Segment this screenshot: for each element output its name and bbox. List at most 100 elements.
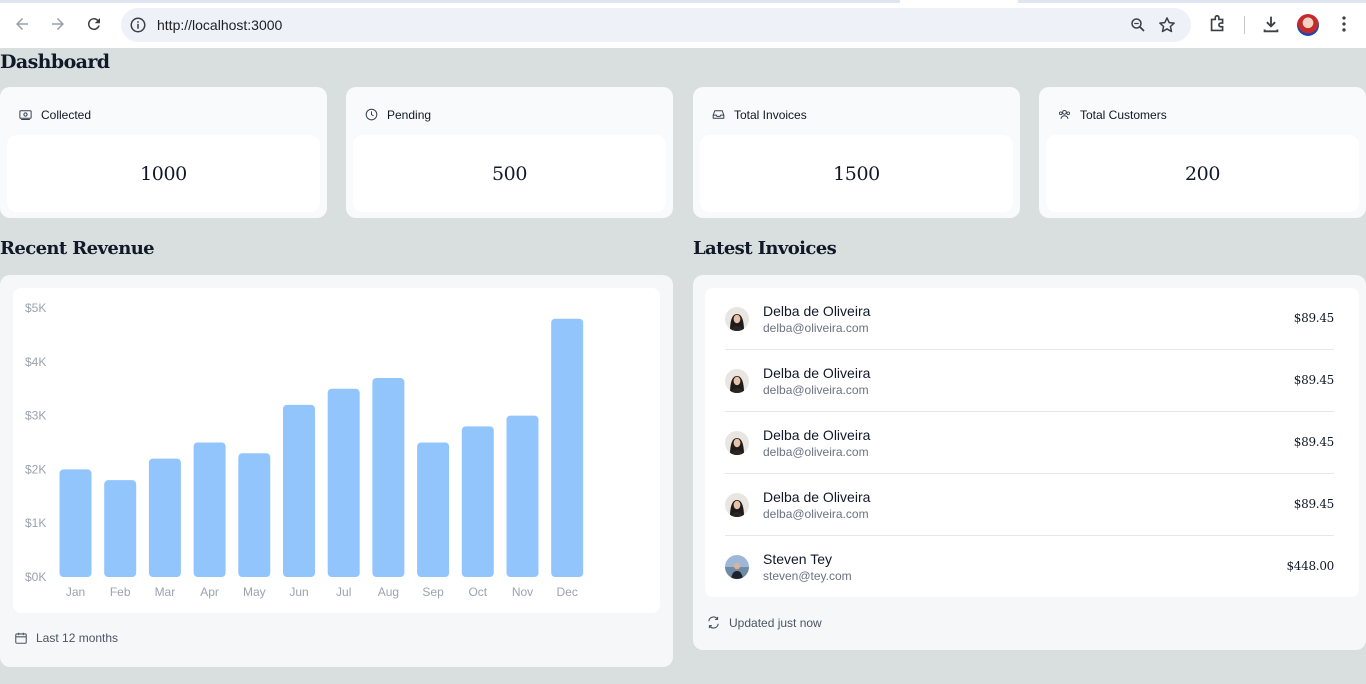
- customer-email: delba@oliveira.com: [763, 383, 869, 397]
- tab-strip: [0, 0, 1366, 3]
- revenue-bar: [506, 415, 539, 577]
- y-tick-label: $4K: [25, 355, 46, 369]
- card-total-customers: Total Customers 200: [1039, 87, 1366, 218]
- invoice-list: Delba de Oliveira delba@oliveira.com $89…: [705, 288, 1359, 597]
- y-tick-label: $0K: [25, 570, 46, 584]
- x-tick-label: May: [243, 585, 266, 599]
- x-tick-label: Jun: [289, 585, 308, 599]
- revenue-footer-label: Last 12 months: [36, 631, 119, 645]
- revenue-chart: $0K $1K $2K $3K $4K $5K Jan Feb Mar Apr May Jun Jul A…: [25, 301, 584, 599]
- invoice-amount: $89.45: [1293, 311, 1335, 325]
- x-tick-label: Nov: [512, 585, 533, 599]
- reload-button[interactable]: [82, 12, 106, 36]
- customer-email: delba@oliveira.com: [763, 321, 869, 335]
- x-tick-label: Mar: [155, 585, 176, 599]
- invoice-amount: $89.45: [1293, 497, 1335, 511]
- revenue-bar: [417, 442, 450, 577]
- y-tick-label: $3K: [25, 409, 46, 423]
- banknotes-icon: [19, 110, 32, 120]
- arrow-right-icon: [52, 18, 64, 30]
- revenue-bar: [461, 426, 494, 577]
- invoices-footer: Updated just now: [706, 615, 822, 630]
- invoices-panel: Delba de Oliveira delba@oliveira.com $89…: [693, 275, 1366, 650]
- x-tick-label: Aug: [378, 585, 399, 599]
- x-tick-label: Sep: [422, 585, 444, 599]
- card-value: 500: [353, 135, 666, 212]
- revenue-bar: [59, 469, 92, 577]
- customer-email: delba@oliveira.com: [763, 507, 869, 521]
- card-label: Collected: [41, 107, 92, 122]
- card-collected: Collected 1000: [0, 87, 327, 218]
- revenue-title: Recent Revenue: [0, 238, 155, 259]
- revenue-bar: [104, 480, 137, 577]
- toolbar-divider: [1244, 16, 1245, 34]
- customer-name: Delba de Oliveira: [763, 427, 871, 443]
- customer-name: Delba de Oliveira: [763, 365, 871, 381]
- invoice-row[interactable]: Delba de Oliveira delba@oliveira.com $89…: [725, 350, 1334, 412]
- x-tick-label: Oct: [468, 585, 487, 599]
- x-tick-label: Jan: [66, 585, 85, 599]
- x-tick-label: Feb: [110, 585, 131, 599]
- refresh-icon: [708, 616, 719, 629]
- revenue-panel: $0K $1K $2K $3K $4K $5K Jan Feb Mar Apr May Jun Jul A…: [0, 275, 673, 667]
- customer-name: Delba de Oliveira: [763, 303, 871, 319]
- url-text[interactable]: http://localhost:3000: [157, 17, 282, 33]
- card-label: Pending: [387, 107, 432, 122]
- revenue-bar: [283, 404, 315, 577]
- profile-avatar[interactable]: [1297, 14, 1319, 36]
- customer-avatar: [725, 431, 749, 455]
- revenue-bar: [372, 377, 405, 577]
- x-tick-label: Jul: [336, 585, 351, 599]
- revenue-bar: [551, 318, 584, 577]
- y-tick-label: $5K: [25, 301, 46, 315]
- customer-name: Delba de Oliveira: [763, 489, 871, 505]
- bookmark-star-icon[interactable]: [1157, 15, 1177, 35]
- invoice-row[interactable]: Delba de Oliveira delba@oliveira.com $89…: [725, 412, 1334, 474]
- card-value: 1500: [700, 135, 1013, 212]
- invoice-row[interactable]: Delba de Oliveira delba@oliveira.com $89…: [725, 474, 1334, 536]
- zoom-icon[interactable]: [1129, 16, 1147, 34]
- revenue-bar: [238, 453, 271, 577]
- revenue-bar: [193, 442, 226, 577]
- customer-email: delba@oliveira.com: [763, 445, 869, 459]
- revenue-footer: Last 12 months: [14, 631, 118, 645]
- customer-name: Steven Tey: [763, 551, 833, 567]
- card-label: Total Invoices: [734, 107, 807, 122]
- invoice-row[interactable]: Steven Tey steven@tey.com $448.00: [725, 536, 1334, 598]
- invoice-amount: $89.45: [1293, 435, 1335, 449]
- card-value: 1000: [7, 135, 320, 212]
- user-group-icon: [1058, 109, 1071, 119]
- calendar-icon: [15, 632, 27, 644]
- card-label: Total Customers: [1080, 107, 1167, 122]
- invoice-amount: $448.00: [1286, 559, 1334, 573]
- forward-button[interactable]: [46, 12, 70, 36]
- clock-icon: [365, 108, 378, 121]
- customer-email: steven@tey.com: [763, 569, 852, 583]
- customer-avatar: [725, 493, 749, 517]
- page-title: Dashboard: [0, 51, 110, 73]
- x-tick-label: Apr: [200, 585, 219, 599]
- inbox-icon: [712, 110, 725, 119]
- reload-icon: [87, 18, 100, 31]
- address-bar[interactable]: http://localhost:3000: [121, 8, 1191, 42]
- y-tick-label: $2K: [25, 462, 46, 476]
- arrow-left-icon: [16, 18, 28, 30]
- customer-avatar: [725, 555, 749, 579]
- invoices-footer-label: Updated just now: [729, 615, 822, 630]
- revenue-chart-container: $0K $1K $2K $3K $4K $5K Jan Feb Mar Apr May Jun Jul A…: [13, 288, 660, 613]
- browser-toolbar: http://localhost:3000: [0, 0, 1366, 48]
- customer-avatar: [725, 369, 749, 393]
- revenue-bar: [327, 388, 360, 577]
- y-tick-label: $1K: [25, 516, 46, 530]
- download-icon[interactable]: [1260, 13, 1282, 35]
- card-value: 200: [1046, 135, 1359, 212]
- customer-avatar: [725, 307, 749, 331]
- back-button[interactable]: [10, 12, 34, 36]
- invoice-row[interactable]: Delba de Oliveira delba@oliveira.com $89…: [725, 288, 1334, 350]
- x-tick-label: Dec: [557, 585, 578, 599]
- card-pending: Pending 500: [346, 87, 673, 218]
- more-menu-icon[interactable]: [1333, 13, 1355, 35]
- dashboard-page: Dashboard Collected 1000 Pending 500 Tot…: [0, 48, 1366, 684]
- extensions-icon[interactable]: [1207, 13, 1229, 35]
- info-icon[interactable]: [129, 16, 147, 34]
